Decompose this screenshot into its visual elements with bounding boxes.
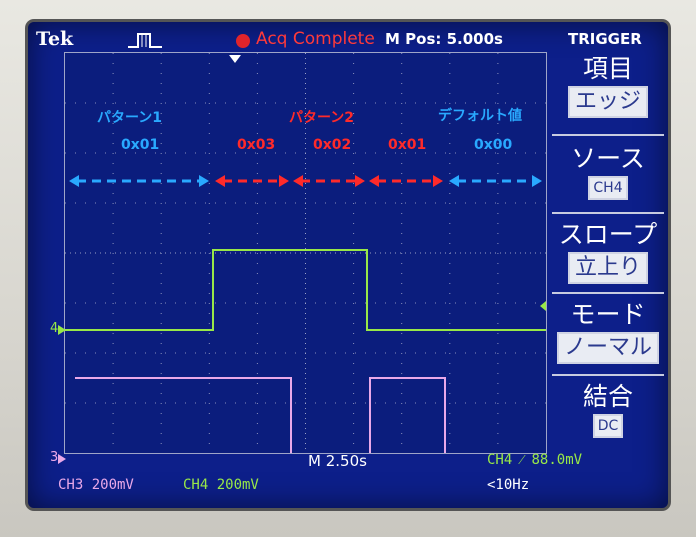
menu-item-type-title: 項目 [582,54,633,83]
arrow-head-left [69,175,79,187]
menu-item-slope-value: 立上り [567,252,648,284]
trigger-side-menu: 項目 エッジ ソース CH4 スロープ 立上り モード ノーマル 結合 DC [552,52,664,492]
menu-item-coupling-value: DC [592,414,624,438]
ch3-trace [75,377,446,453]
annotation-pattern-2: パターン2 [289,110,355,126]
annotation-value-0x03: 0x03 [237,137,276,153]
menu-item-source[interactable]: ソース CH4 [552,144,664,200]
annotation-pattern-1: パターン1 [97,110,163,126]
menu-item-type[interactable]: 項目 エッジ [552,54,664,118]
trigger-level-readout: CH4 ⁄ 88.0mV [487,452,583,468]
ch4-marker-arrow [58,325,66,335]
oscilloscope-screen: Tek Acq Complete M Pos: 5.000s TRIGGER 4 [28,22,668,508]
arrow-head-left [449,175,459,187]
ch4-scale-readout: CH4 200mV [183,477,259,493]
top-status-bar: Tek Acq Complete M Pos: 5.000s TRIGGER [28,22,668,56]
trigger-frequency-readout: <10Hz [487,477,530,493]
ch3-marker-arrow [58,454,66,464]
menu-item-slope-title: スロープ [558,220,658,249]
arrow-head-right [355,175,365,187]
menu-item-type-value: エッジ [567,86,648,118]
menu-title-trigger: TRIGGER [568,30,642,48]
menu-divider [552,212,664,214]
pattern-span-arrows [69,175,542,187]
main-position: M Pos: 5.000s [385,30,503,48]
waveform-graticule: 4 3 パターン1 パターン2 デフォルト値 0x01 0x03 0x02 0x… [50,52,547,465]
acquisition-status: Acq Complete [256,29,375,49]
menu-item-coupling-title: 結合 [582,382,633,411]
menu-divider [552,374,664,376]
trigger-pulse-icon [128,33,162,48]
menu-item-source-title: ソース [571,144,645,173]
brand-logo: Tek [36,28,74,50]
arrow-head-right [433,175,443,187]
arrow-head-left [369,175,379,187]
arrow-head-left [293,175,303,187]
menu-item-mode-value: ノーマル [556,332,659,364]
acquisition-status-dot [236,34,250,48]
menu-divider [552,292,664,294]
annotation-value-0x01-blue: 0x01 [121,137,160,153]
ch3-scale-readout: CH3 200mV [58,477,134,493]
trigger-position-marker [229,55,241,63]
arrow-head-right [279,175,289,187]
menu-item-coupling[interactable]: 結合 DC [552,382,664,438]
menu-item-slope[interactable]: スロープ 立上り [552,220,664,284]
timebase-readout: M 2.50s [308,452,367,470]
menu-divider [552,134,664,136]
annotation-value-0x02: 0x02 [313,137,352,153]
annotation-default-value: デフォルト値 [438,108,522,124]
arrow-head-right [532,175,542,187]
annotation-value-0x01-red: 0x01 [388,137,427,153]
menu-item-mode[interactable]: モード ノーマル [552,300,664,364]
ch4-trigger-level-marker [540,301,546,311]
arrow-head-right [199,175,209,187]
menu-item-source-value: CH4 [588,176,628,200]
annotation-value-0x00: 0x00 [474,137,513,153]
menu-item-mode-title: モード [570,300,646,329]
arrow-head-left [215,175,225,187]
